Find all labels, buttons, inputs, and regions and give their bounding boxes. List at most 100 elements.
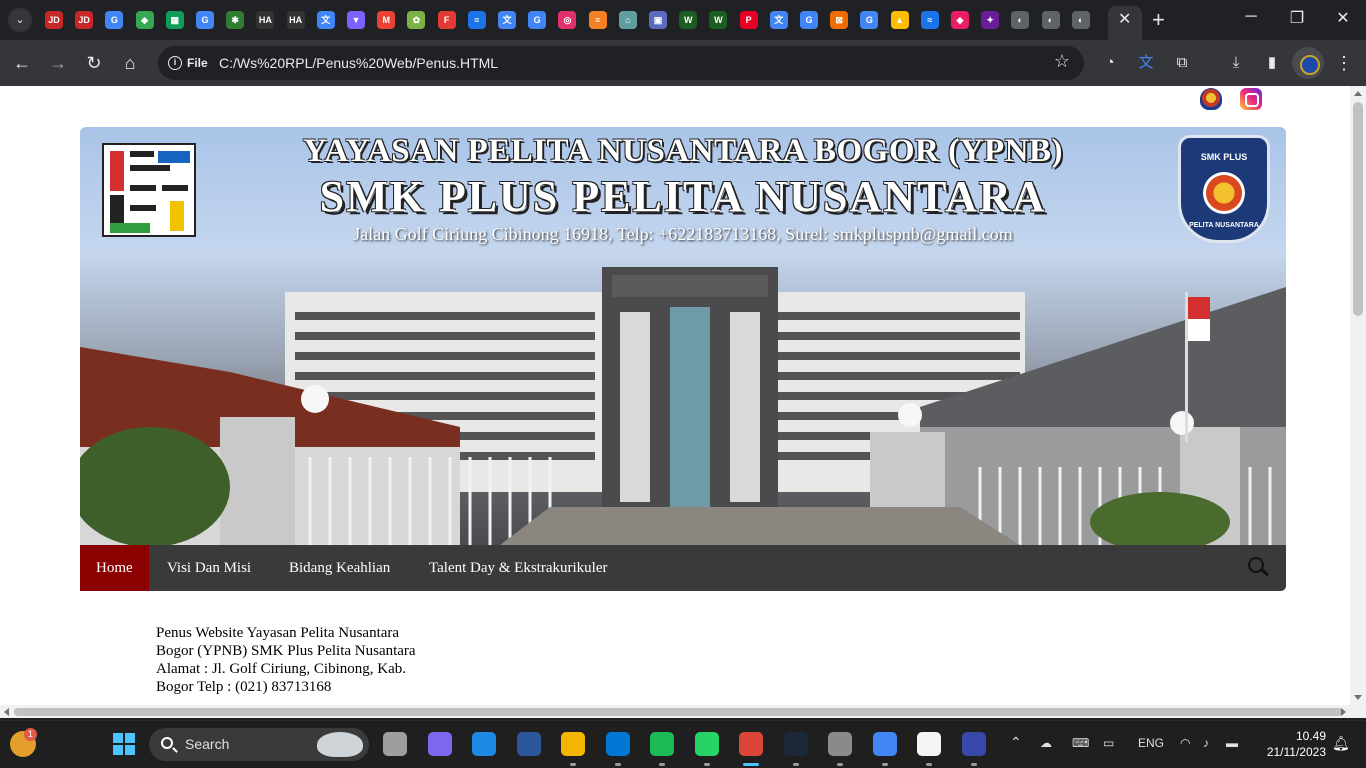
google-icon[interactable]: G [860,11,879,29]
volume-icon[interactable]: ♪ [1203,736,1209,750]
chrome-menu-icon[interactable]: ⋮ [1333,52,1355,74]
spotify-icon[interactable] [650,732,674,756]
maximize-button[interactable]: ❐ [1282,8,1312,28]
google-icon[interactable]: G [196,11,214,29]
instagram-icon[interactable] [1240,88,1262,110]
scroll-up-arrow-icon[interactable] [1354,91,1362,96]
jd-icon[interactable]: JD [75,11,94,29]
triangle-icon[interactable]: ▼ [347,11,365,29]
address-bar[interactable]: i File C:/Ws%20RPL/Penus%20Web/Penus.HTM… [158,46,1084,80]
home-icon[interactable]: ⌂ [618,11,637,29]
minimize-button[interactable]: ─ [1236,8,1266,26]
globe-icon[interactable]: ◐ [1041,11,1060,29]
task-view-icon[interactable] [383,732,407,756]
globe-icon[interactable]: ◐ [1071,11,1090,29]
edge-icon[interactable] [472,732,496,756]
google-icon[interactable]: G [105,11,124,29]
ha-icon[interactable]: HA [256,11,275,29]
whatsapp-icon[interactable] [694,732,719,756]
google-icon[interactable]: G [528,11,547,29]
file-explorer-icon[interactable] [561,732,585,756]
circle-icon[interactable]: ✱ [226,11,245,29]
emblem-app-icon[interactable] [961,732,986,756]
performance-icon[interactable]: ◔ [1099,52,1121,74]
school-logo-icon[interactable] [1200,88,1222,110]
close-tab-icon[interactable]: ✕ [1118,9,1131,29]
display-icon[interactable]: ▭ [1103,736,1114,750]
instagram-icon[interactable]: ◎ [558,11,577,29]
page-viewport: YAYASAN PELITA NUSANTARA BOGOR (YPNB) SM… [0,86,1350,705]
nav-bidang-keahlian[interactable]: Bidang Keahlian [273,545,406,591]
meet-now-icon[interactable] [427,732,452,756]
taskbar-search-box[interactable]: Search [149,728,369,761]
download-icon[interactable]: ⤓ [1225,52,1247,74]
battery-icon[interactable]: ▬ [1226,736,1238,750]
maps-icon[interactable]: ◆ [135,11,154,29]
chart-icon[interactable]: ≈ [920,11,939,29]
back-button[interactable]: ← [10,52,34,74]
scroll-down-arrow-icon[interactable] [1354,695,1362,700]
profile-avatar[interactable] [1292,47,1324,79]
ha-icon[interactable]: HA [286,11,305,29]
w-icon[interactable]: W [679,11,698,29]
cube-icon[interactable]: ◆ [951,11,969,29]
stack-icon[interactable]: ≡ [588,11,607,29]
nav-talent-day[interactable]: Talent Day & Ekstrakurikuler [413,545,623,591]
steam-icon[interactable] [783,732,808,756]
translate-icon[interactable]: 文 [316,11,335,29]
translate-extension-icon[interactable]: 文 [1135,52,1157,74]
wifi-icon[interactable]: ◠ [1180,736,1190,750]
gmail-icon[interactable]: M [377,11,396,29]
new-tab-button[interactable]: + [1152,7,1165,33]
translate-icon[interactable]: 文 [769,11,788,29]
site-info-button[interactable]: i File [164,52,216,74]
notification-bell-icon[interactable]: 🔔︎ [1332,735,1350,752]
close-window-button[interactable]: ✕ [1328,8,1358,28]
bookmark-star-icon[interactable]: ☆ [1054,51,1070,72]
notepad-icon[interactable] [917,732,941,756]
word-icon[interactable] [516,732,541,756]
side-panel-icon[interactable]: ▮ [1261,52,1283,74]
pinterest-icon[interactable]: P [739,11,758,29]
home-button[interactable]: ⌂ [118,52,142,74]
cloud-icon[interactable]: ☁ [1040,736,1052,750]
emblem-icon[interactable]: ✦ [981,11,1000,29]
vertical-scrollbar[interactable] [1350,86,1366,705]
f-icon[interactable]: F [437,11,456,29]
start-windows-icon[interactable] [113,733,135,755]
main-navigation: Home Visi Dan Misi Bidang Keahlian Talen… [80,545,1286,591]
nav-visi-misi[interactable]: Visi Dan Misi [151,545,267,591]
search-highlight-image [317,732,363,757]
horizontal-scrollbar[interactable] [0,705,1366,718]
vertical-scroll-thumb[interactable] [1353,102,1363,316]
reload-button[interactable]: ↻ [82,52,106,74]
drive-icon[interactable]: ▲ [890,11,909,29]
google-icon[interactable]: G [800,11,818,29]
tab-search-button[interactable]: ⌄ [8,8,32,32]
horizontal-scroll-thumb[interactable] [14,708,1344,716]
system-clock[interactable]: 10.49 21/11/2023 [1256,728,1326,760]
translate-icon[interactable]: 文 [498,11,516,29]
chart-icon[interactable]: ≈ [467,11,486,29]
scroll-left-arrow-icon[interactable] [4,708,9,716]
meet-icon[interactable]: ▣ [649,11,667,29]
nav-home[interactable]: Home [80,545,149,591]
circle-icon[interactable]: ✿ [407,11,426,29]
search-icon[interactable] [1248,557,1264,573]
chrome-alt-icon[interactable] [872,732,897,756]
chrome-icon[interactable] [739,732,763,756]
sheets-icon[interactable]: ▦ [165,11,184,29]
language-indicator[interactable]: ENG [1138,736,1164,750]
show-hidden-icons-chevron-icon[interactable]: ⌃ [1010,734,1022,751]
scroll-right-arrow-icon[interactable] [1341,708,1346,716]
keyboard-icon[interactable]: ⌨ [1072,736,1089,750]
jd-icon[interactable]: JD [45,11,63,29]
url-text[interactable]: C:/Ws%20RPL/Penus%20Web/Penus.HTML [219,55,498,71]
globe-icon[interactable]: ◐ [1011,11,1030,29]
forward-button[interactable]: → [46,52,70,74]
extensions-puzzle-icon[interactable]: ⧉ [1171,52,1193,74]
box-icon[interactable]: ⊠ [830,11,849,29]
w-icon[interactable]: W [709,11,728,29]
settings-icon[interactable] [828,732,852,756]
vscode-icon[interactable] [605,732,630,756]
